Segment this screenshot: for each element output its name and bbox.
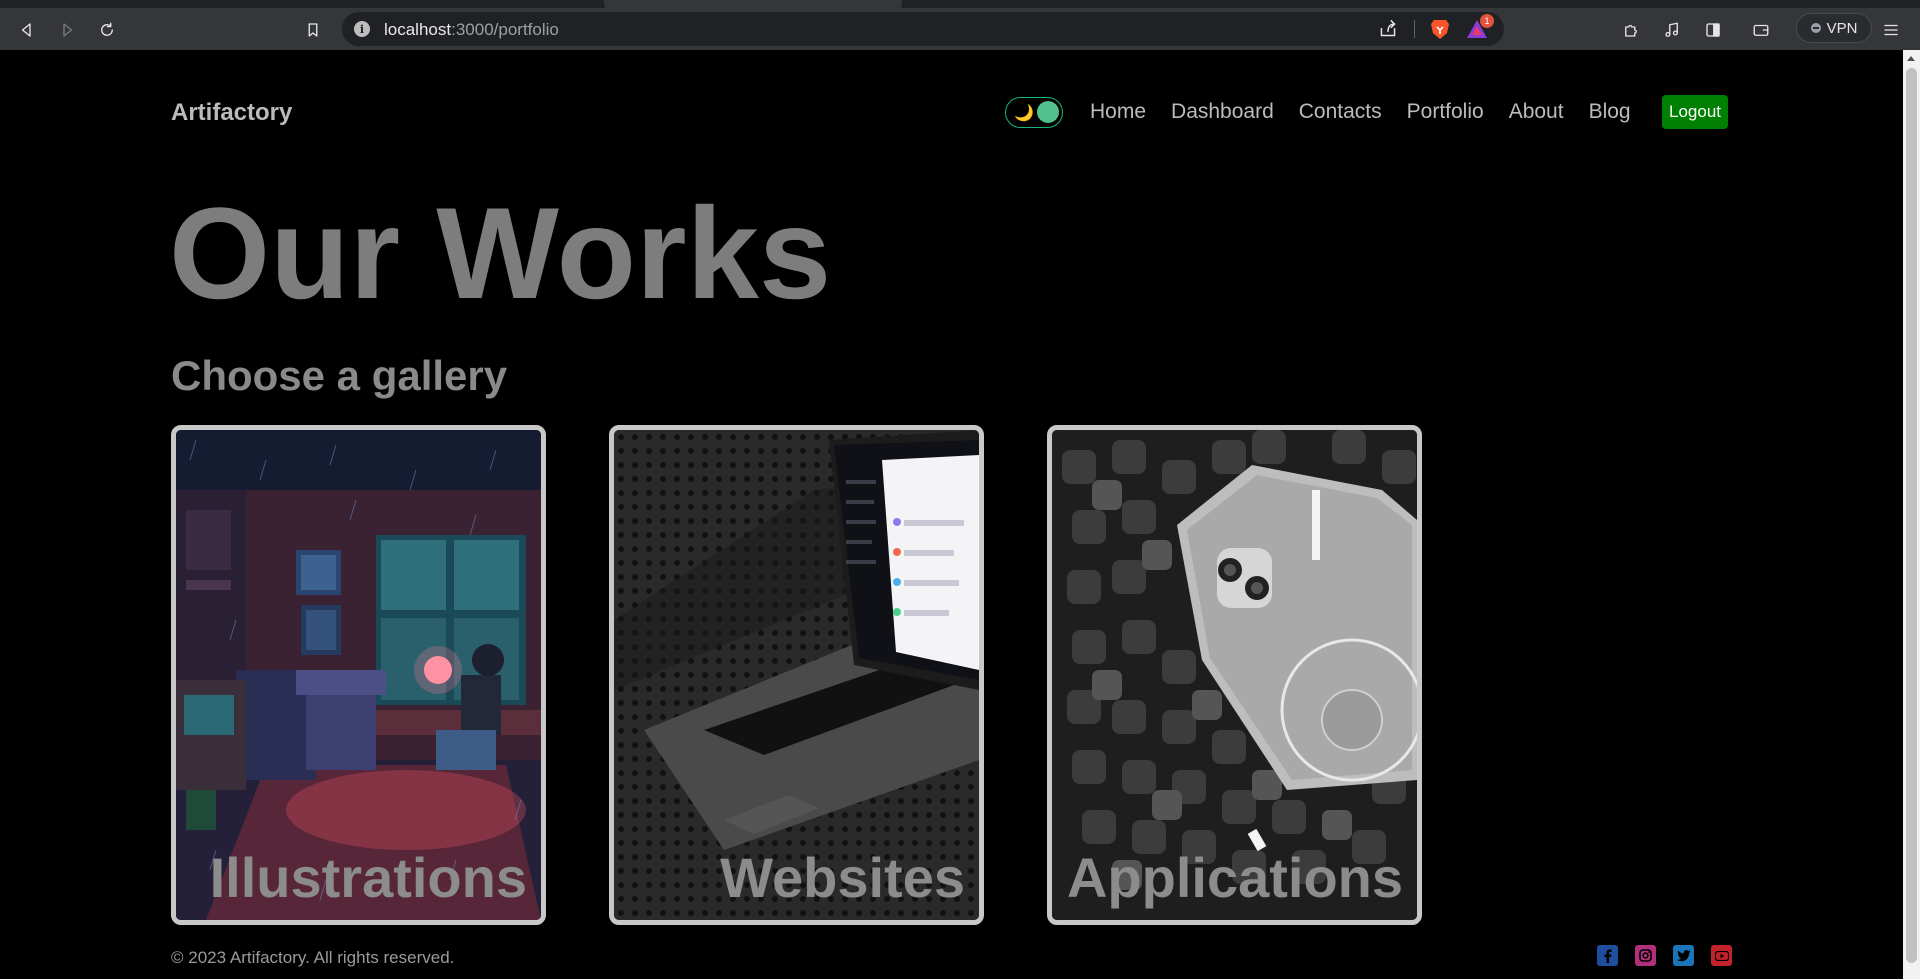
vpn-button[interactable]: VPN [1796,13,1872,43]
facebook-icon[interactable] [1597,945,1618,966]
toggle-knob [1037,101,1059,123]
theme-toggle[interactable]: 🌙 [1005,97,1063,128]
wallet-icon[interactable] [1748,17,1774,43]
nav-dashboard[interactable]: Dashboard [1171,100,1274,124]
menu-icon[interactable] [1878,17,1904,43]
extensions-icon[interactable] [1618,17,1644,43]
page-viewport: Artifactory 🌙 Home Dashboard Contacts Po… [0,50,1903,979]
media-icon[interactable] [1659,17,1685,43]
bookmark-icon[interactable] [300,17,326,43]
site-info-icon[interactable]: i [354,21,370,37]
vpn-label: VPN [1826,19,1858,37]
page-subtitle: Choose a gallery [171,352,508,399]
address-bar[interactable]: i localhost:3000/portfolio 1 [342,12,1504,46]
main-nav: Home Dashboard Contacts Portfolio About … [1090,100,1631,124]
url-text[interactable]: localhost:3000/portfolio [384,20,559,40]
instagram-icon[interactable] [1635,945,1656,966]
scroll-up-icon[interactable] [1907,56,1915,61]
share-icon[interactable] [1378,20,1398,38]
browser-toolbar: i localhost:3000/portfolio 1 VPN [0,8,1920,50]
back-icon[interactable] [14,17,40,43]
logout-button[interactable]: Logout [1662,95,1728,129]
sidebar-icon[interactable] [1700,17,1726,43]
gallery-label-illustrations: Illustrations [209,846,527,909]
page-scrollbar[interactable] [1903,50,1920,979]
gallery-label-websites: Websites [720,846,965,909]
nav-contacts[interactable]: Contacts [1299,100,1382,124]
gallery-card-applications[interactable]: Applications [1047,425,1422,925]
rewards-badge: 1 [1480,14,1494,28]
footer-copyright: © 2023 Artifactory. All rights reserved. [171,948,455,967]
nav-about[interactable]: About [1509,100,1564,124]
omnibox-separator [1414,20,1415,38]
nav-portfolio[interactable]: Portfolio [1407,100,1484,124]
gallery-card-illustrations[interactable]: Illustrations [171,425,546,925]
brave-shields-icon[interactable] [1430,18,1450,40]
moon-icon: 🌙 [1014,105,1034,122]
vpn-status-icon [1810,23,1821,33]
url-path: :3000/portfolio [451,20,559,39]
scrollbar-thumb[interactable] [1906,68,1917,963]
reload-icon[interactable] [94,17,120,43]
youtube-icon[interactable] [1711,945,1732,966]
active-tab[interactable] [604,0,902,8]
browser-tabstrip [0,0,1920,8]
nav-home[interactable]: Home [1090,100,1146,124]
url-host: localhost [384,20,452,39]
social-links [1597,945,1732,966]
gallery-label-applications: Applications [1066,846,1403,909]
forward-icon[interactable] [54,17,80,43]
gallery-card-websites[interactable]: Websites [609,425,984,925]
brand-logo[interactable]: Artifactory [171,99,292,127]
nav-blog[interactable]: Blog [1589,100,1631,124]
page-title: Our Works [169,180,832,326]
twitter-icon[interactable] [1673,945,1694,966]
